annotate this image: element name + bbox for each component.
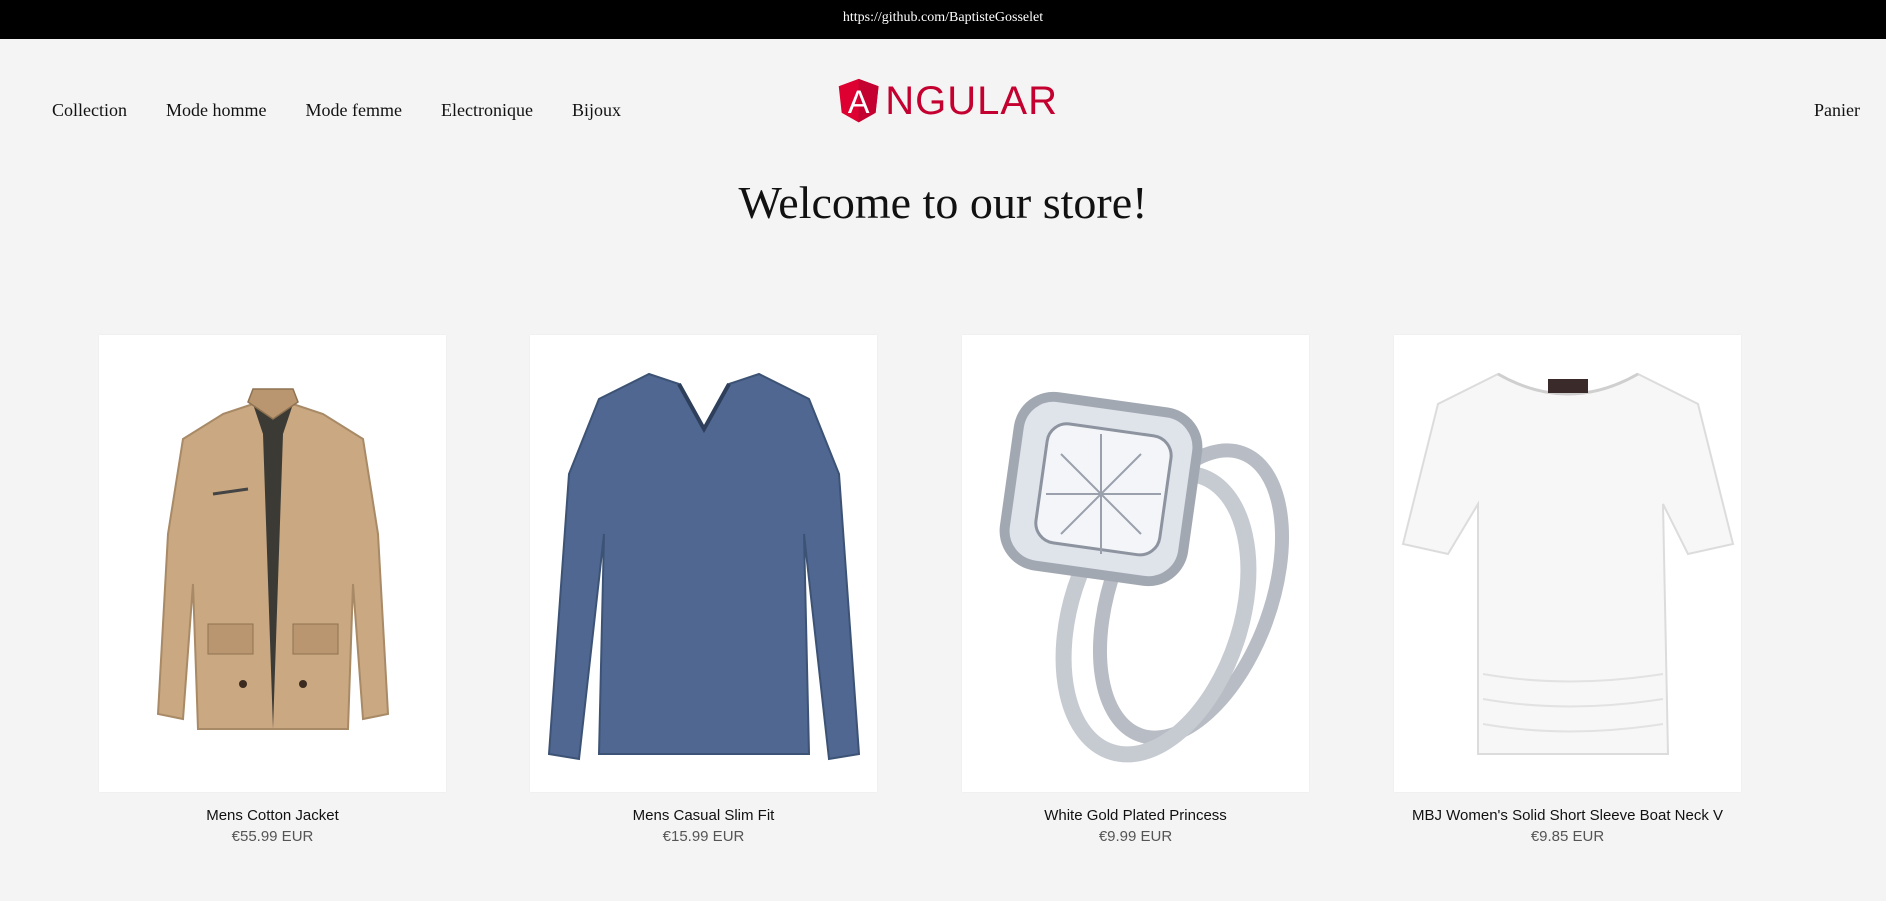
product-price: €9.85 EUR xyxy=(1530,828,1605,845)
product-card[interactable]: MBJ Women's Solid Short Sleeve Boat Neck… xyxy=(1394,335,1741,848)
logo-letter: A xyxy=(848,84,870,120)
angular-logo-icon: A xyxy=(838,78,879,123)
product-name[interactable]: Mens Cotton Jacket xyxy=(99,806,446,826)
nav-item-bijoux[interactable]: Bijoux xyxy=(572,98,621,122)
product-card[interactable]: Mens Cotton Jacket €55.99 EUR xyxy=(99,335,446,848)
product-image-frame[interactable] xyxy=(530,335,877,792)
product-card[interactable]: Mens Casual Slim Fit €15.99 EUR xyxy=(530,335,877,848)
product-name[interactable]: MBJ Women's Solid Short Sleeve Boat Neck… xyxy=(1394,806,1741,826)
angular-logo[interactable]: A NGULAR xyxy=(838,71,1058,131)
product-image-frame[interactable] xyxy=(1394,335,1741,792)
nav-item-mode-femme[interactable]: Mode femme xyxy=(306,98,402,122)
product-card[interactable]: White Gold Plated Princess €9.99 EUR xyxy=(962,335,1309,848)
top-banner: https://github.com/BaptisteGosselet xyxy=(0,0,1886,39)
product-price: €55.99 EUR xyxy=(231,828,314,845)
product-price: €9.99 EUR xyxy=(1098,828,1173,845)
nav-item-collection[interactable]: Collection xyxy=(52,98,127,122)
main-nav: Collection Mode homme Mode femme Electro… xyxy=(52,98,660,122)
ring-image xyxy=(999,391,1289,762)
cart-link[interactable]: Panier xyxy=(1814,98,1860,122)
logo-text: NGULAR xyxy=(885,79,1058,123)
nav-item-electronique[interactable]: Electronique xyxy=(441,98,533,122)
womens-top-image xyxy=(1401,372,1734,755)
product-image-frame[interactable] xyxy=(99,335,446,792)
tshirt-image xyxy=(547,372,860,760)
jacket-image xyxy=(156,387,389,730)
page-title: Welcome to our store! xyxy=(738,177,1148,228)
product-price: €15.99 EUR xyxy=(662,828,745,845)
github-link[interactable]: https://github.com/BaptisteGosselet xyxy=(843,10,1043,25)
nav-item-mode-homme[interactable]: Mode homme xyxy=(166,98,267,122)
product-image-frame[interactable] xyxy=(962,335,1309,792)
product-name[interactable]: Mens Casual Slim Fit xyxy=(530,806,877,826)
product-name[interactable]: White Gold Plated Princess xyxy=(962,806,1309,826)
